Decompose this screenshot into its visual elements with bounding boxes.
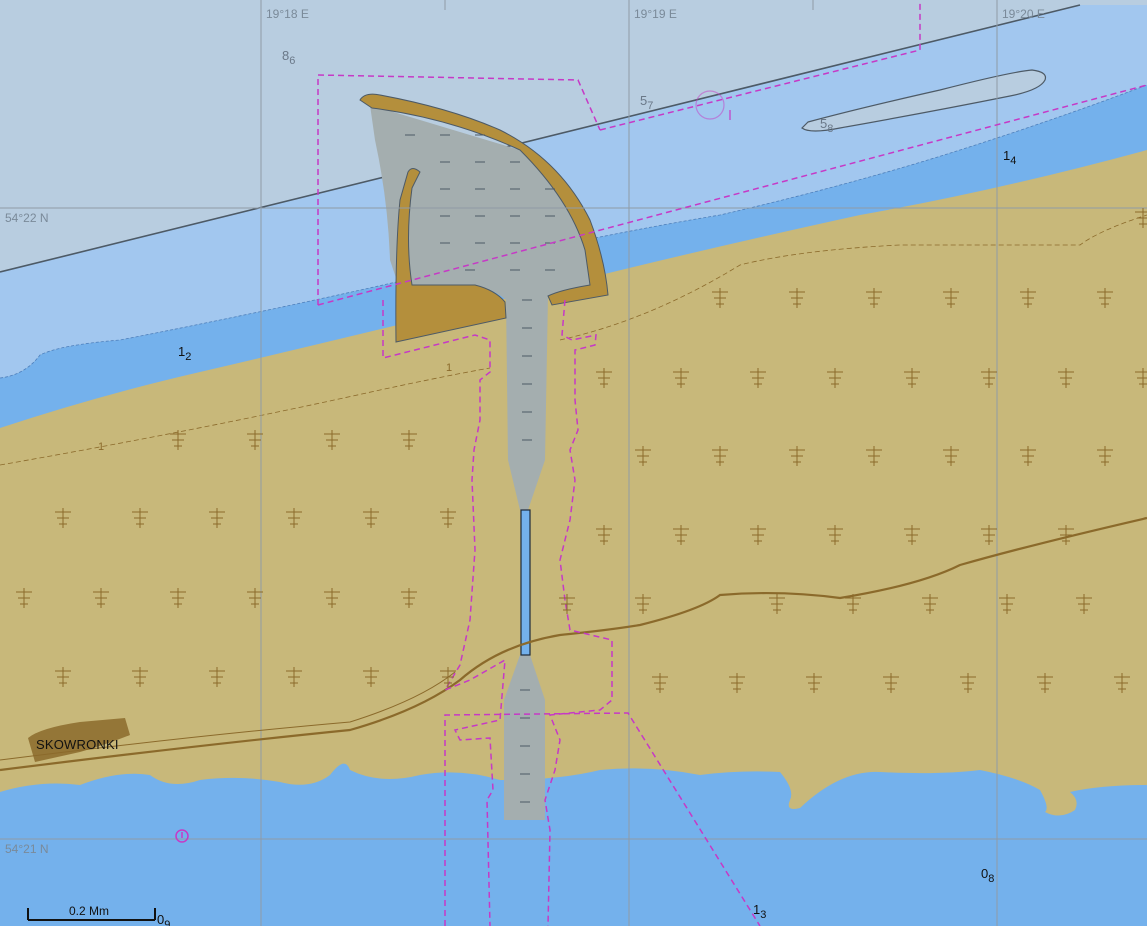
- scale-bar-label: 0.2 Mm: [69, 904, 110, 918]
- sounding-label: 58: [820, 116, 834, 135]
- longitude-label-1: 19°18 E: [266, 7, 309, 21]
- longitude-label-2: 19°19 E: [634, 7, 677, 21]
- shallow-water-south: [0, 763, 1147, 926]
- nautical-chart-map[interactable]: 19°18 E 19°19 E 19°20 E 54°22 N 54°21 N …: [0, 0, 1147, 926]
- longitude-label-3: 19°20 E: [1002, 7, 1045, 21]
- land-contour-label: 1: [446, 362, 453, 374]
- sounding-label: 08: [981, 866, 995, 885]
- sounding-label: 57: [640, 93, 654, 112]
- latitude-label-1: 54°22 N: [5, 211, 49, 225]
- land-contour-label: 1: [98, 441, 105, 453]
- canal-lock: [520, 509, 531, 656]
- chart-canvas[interactable]: [0, 0, 1147, 926]
- sounding-label: 86: [282, 48, 296, 67]
- sounding-label: 12: [178, 344, 192, 363]
- sounding-label: 13: [753, 902, 767, 921]
- place-name-label[interactable]: SKOWRONKI: [36, 737, 119, 752]
- latitude-label-2: 54°21 N: [5, 842, 49, 856]
- sounding-label: 09: [157, 912, 171, 926]
- sounding-label: 14: [1003, 148, 1017, 167]
